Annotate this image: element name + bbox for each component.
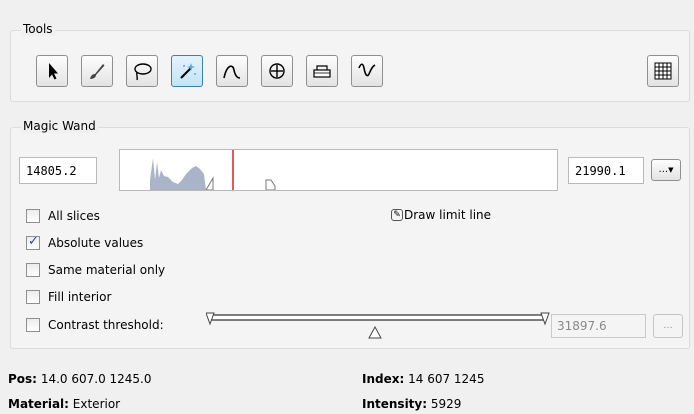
magic-wand-tool-button[interactable] (171, 55, 203, 87)
material-label: Material: (8, 397, 69, 411)
chevron-down-icon: ▼ (668, 165, 674, 174)
tools-panel: Tools (10, 22, 690, 102)
absolute-values-checkbox[interactable]: ✓ Absolute values (26, 234, 143, 252)
range-options-label: ... (658, 164, 669, 175)
checkbox-box[interactable] (26, 290, 40, 304)
same-material-checkbox[interactable]: Same material only (26, 261, 165, 279)
fill-interior-label: Fill interior (48, 290, 112, 304)
curve-icon (223, 65, 241, 79)
magic-wand-panel: Magic Wand 14805.2 21990.1 ... ▼ All slic… (10, 119, 690, 349)
contrast-options-label: ... (663, 320, 673, 331)
checkbox-box[interactable] (26, 263, 40, 277)
upper-limit-handle[interactable] (265, 179, 276, 191)
contrast-slider[interactable] (206, 310, 551, 340)
range-options-button[interactable]: ... ▼ (651, 159, 681, 181)
draw-limit-line-label: Draw limit line (404, 208, 492, 222)
arrow-icon (49, 63, 58, 80)
intensity-value: 5929 (430, 397, 462, 411)
slider-center-handle[interactable] (368, 325, 382, 339)
checkbox-box[interactable] (26, 209, 40, 223)
draw-limit-line-control[interactable]: ✎ Draw limit line (391, 208, 491, 222)
intensity-status: Intensity: 5929 (362, 397, 461, 411)
brush-tool-button[interactable] (81, 55, 113, 87)
contrast-threshold-label: Contrast threshold: (48, 318, 164, 332)
slider-track (208, 314, 545, 321)
wave-icon (358, 63, 376, 77)
fill-interior-checkbox[interactable]: Fill interior (26, 288, 111, 306)
max-value-field[interactable]: 21990.1 (568, 157, 644, 184)
pos-value: 14.0 607.0 1245.0 (40, 372, 152, 386)
pos-status: Pos: 14.0 607.0 1245.0 (8, 372, 152, 386)
histogram[interactable] (119, 149, 558, 191)
contrast-threshold-checkbox[interactable]: Contrast threshold: (26, 316, 164, 334)
index-status: Index: 14 607 1245 (362, 372, 484, 386)
contrast-options-button[interactable]: ... (653, 314, 683, 338)
eraser-tool-button[interactable] (306, 55, 338, 87)
lasso-tool-button[interactable] (126, 55, 158, 87)
tools-title: Tools (21, 22, 55, 36)
absolute-values-label: Absolute values (48, 236, 144, 250)
material-status: Material: Exterior (8, 397, 120, 411)
checkmark-icon: ✓ (28, 234, 39, 249)
index-value: 14 607 1245 (408, 372, 485, 386)
magic-wand-icon (180, 63, 196, 79)
grid-button[interactable] (647, 55, 679, 87)
magic-wand-title: Magic Wand (21, 119, 98, 133)
same-material-label: Same material only (48, 263, 166, 277)
all-slices-label: All slices (48, 209, 100, 223)
lower-limit-handle[interactable] (205, 176, 214, 191)
eraser-icon (313, 65, 331, 78)
lasso-icon (134, 63, 152, 81)
grid-icon (654, 62, 672, 80)
crosshair-tool-button[interactable] (261, 55, 293, 87)
wave-tool-button[interactable] (351, 55, 383, 87)
checkbox-box[interactable] (26, 318, 40, 332)
brush-icon (90, 64, 105, 79)
crosshair-icon (269, 63, 285, 79)
select-arrow-tool-button[interactable] (36, 55, 68, 87)
checkbox-box[interactable]: ✓ (26, 234, 40, 250)
pos-label: Pos: (8, 372, 37, 386)
material-value: Exterior (72, 397, 121, 411)
pencil-icon: ✎ (391, 209, 403, 221)
intensity-label: Intensity: (362, 397, 428, 411)
curve-tool-button[interactable] (216, 55, 248, 87)
all-slices-checkbox[interactable]: All slices (26, 207, 100, 225)
index-label: Index: (362, 372, 405, 386)
histogram-area (150, 158, 206, 190)
min-value-field[interactable]: 14805.2 (19, 157, 97, 184)
contrast-threshold-field[interactable]: 31897.6 (551, 314, 646, 338)
